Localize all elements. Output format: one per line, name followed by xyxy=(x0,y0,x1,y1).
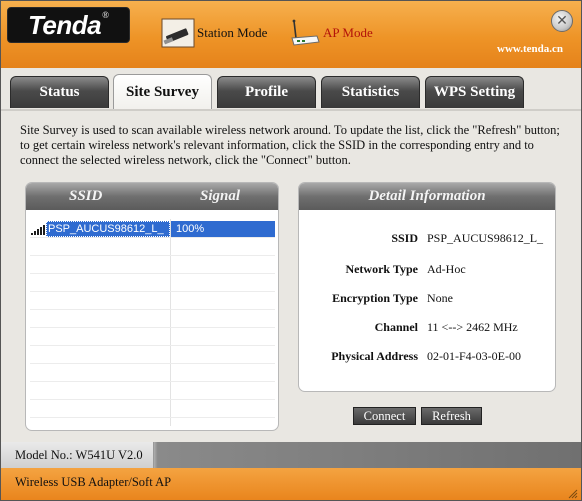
detail-header: Detail Information xyxy=(299,183,555,210)
detail-label-encryption: Encryption Type xyxy=(332,291,418,305)
site-survey-description: Site Survey is used to scan available wi… xyxy=(20,123,560,167)
header-bar: Tenda ® Station Mode AP Mode ✕ www.tenda… xyxy=(1,1,581,68)
detail-label-network-type: Network Type xyxy=(345,262,418,276)
network-list-header: SSID Signal xyxy=(26,183,278,210)
detail-label-physical-address: Physical Address xyxy=(331,349,418,363)
station-mode-label: Station Mode xyxy=(197,25,268,40)
network-list-panel: SSID Signal PSP_AUCUS98612_L_ 100% xyxy=(25,182,279,431)
detail-title: Detail Information xyxy=(368,188,486,204)
row-divider xyxy=(30,363,275,364)
detail-value-encryption: None xyxy=(427,291,453,305)
tab-statistics[interactable]: Statistics xyxy=(321,76,420,108)
tenda-logo: Tenda ® xyxy=(7,7,130,43)
detail-value-network-type: Ad-Hoc xyxy=(427,262,466,276)
column-divider xyxy=(170,219,171,426)
network-signal-cell[interactable]: 100% xyxy=(171,221,275,237)
close-button[interactable]: ✕ xyxy=(551,10,573,32)
usb-adapter-icon xyxy=(161,18,195,48)
detail-value-ssid: PSP_AUCUS98612_L_ xyxy=(427,231,544,245)
close-icon: ✕ xyxy=(556,13,568,29)
tab-divider xyxy=(1,109,581,111)
tab-wps-setting[interactable]: WPS Setting xyxy=(425,76,524,108)
detail-value-channel: 11 <--> 2462 MHz xyxy=(427,320,518,334)
model-number: Model No.: W541U V2.0 xyxy=(1,442,154,468)
column-header-signal[interactable]: Signal xyxy=(200,188,240,205)
column-header-ssid[interactable]: SSID xyxy=(69,188,102,205)
detail-row-network-type: Network Type Ad-Hoc xyxy=(299,262,555,278)
row-divider xyxy=(30,309,275,310)
resize-grip-icon[interactable] xyxy=(567,486,578,499)
detail-row-ssid: SSID PSP_AUCUS98612_L_ xyxy=(299,231,555,247)
detail-information-panel: Detail Information SSID PSP_AUCUS98612_L… xyxy=(298,182,556,392)
row-divider xyxy=(30,255,275,256)
tab-profile[interactable]: Profile xyxy=(217,76,316,108)
tab-status[interactable]: Status xyxy=(10,76,109,108)
network-ssid-cell[interactable]: PSP_AUCUS98612_L_ xyxy=(46,221,170,237)
detail-label-ssid: SSID xyxy=(391,231,418,245)
product-name: Wireless USB Adapter/Soft AP xyxy=(15,475,172,489)
detail-row-encryption: Encryption Type None xyxy=(299,291,555,307)
row-divider xyxy=(30,237,275,238)
row-divider xyxy=(30,327,275,328)
network-row-selected[interactable]: PSP_AUCUS98612_L_ 100% xyxy=(30,221,275,237)
row-divider xyxy=(30,345,275,346)
logo-registered-mark: ® xyxy=(102,10,109,20)
detail-label-channel: Channel xyxy=(374,320,418,334)
logo-text: Tenda xyxy=(28,9,102,40)
detail-row-physical-address: Physical Address 02-01-F4-03-0E-00 xyxy=(299,349,555,365)
tab-site-survey[interactable]: Site Survey xyxy=(113,74,212,110)
ap-mode-button[interactable]: AP Mode xyxy=(287,18,373,48)
row-divider xyxy=(30,399,275,400)
row-divider xyxy=(30,417,275,418)
network-list[interactable]: PSP_AUCUS98612_L_ 100% xyxy=(30,219,275,426)
router-antenna-icon xyxy=(287,18,321,48)
station-mode-button[interactable]: Station Mode xyxy=(161,18,267,48)
ap-mode-label: AP Mode xyxy=(323,25,373,40)
signal-bars-icon xyxy=(31,224,45,235)
connect-button[interactable]: Connect xyxy=(353,407,416,425)
row-divider xyxy=(30,381,275,382)
detail-value-physical-address: 02-01-F4-03-0E-00 xyxy=(427,349,521,363)
tab-bar: Status Site Survey Profile Statistics WP… xyxy=(1,68,581,111)
website-link: www.tenda.cn xyxy=(497,43,564,55)
refresh-button[interactable]: Refresh xyxy=(421,407,482,425)
detail-row-channel: Channel 11 <--> 2462 MHz xyxy=(299,320,555,336)
app-window: Tenda ® Station Mode AP Mode ✕ www.tenda… xyxy=(0,0,582,501)
row-divider xyxy=(30,273,275,274)
row-divider xyxy=(30,291,275,292)
